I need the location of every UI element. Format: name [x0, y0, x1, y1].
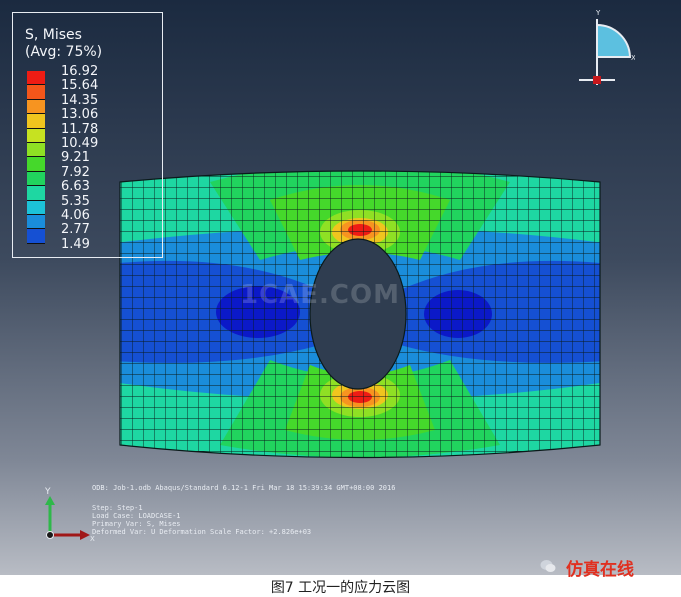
coordinate-triad: Y X: [44, 487, 95, 543]
model-info-block: ODB: Job-1.odb Abaqus/Standard 6.12-1 Fr…: [92, 484, 395, 536]
triad-y-label: Y: [595, 9, 601, 17]
step-info: Step: Step-1: [92, 504, 143, 512]
legend-subtitle: (Avg: 75%): [25, 44, 103, 60]
legend-value: 11.78: [61, 121, 99, 137]
load-case-info: Load Case: LOADCASE-1: [92, 512, 181, 520]
legend-value: 7.92: [61, 164, 90, 180]
legend-color-swatch: [27, 214, 45, 230]
primary-var-info: Primary Var: S, Mises: [92, 520, 181, 528]
legend-color-swatch: [27, 142, 45, 158]
legend-value: 6.63: [61, 179, 90, 195]
legend-title: S, Mises: [25, 27, 82, 43]
abaqus-viewport[interactable]: S, Mises (Avg: 75%) 16.92 15.64 14.35 13.06…: [0, 0, 681, 575]
legend-value: 16.92: [61, 64, 99, 79]
view-orientation-triad[interactable]: Y X: [575, 5, 635, 90]
axis-x-label: X: [90, 535, 95, 543]
legend-color-swatch: [27, 71, 45, 86]
legend-color-swatch: [27, 114, 45, 129]
legend-color-bar: [27, 71, 45, 244]
deformed-var-info: Deformed Var: U Deformation Scale Factor…: [92, 528, 312, 536]
legend-color-swatch: [27, 186, 45, 201]
legend-value: 5.35: [61, 193, 90, 209]
legend-color-swatch: [27, 128, 45, 143]
legend-value: 1.49: [61, 236, 90, 252]
legend-value: 2.77: [61, 222, 90, 238]
legend-color-swatch: [27, 99, 45, 115]
legend-value: 9.21: [61, 150, 90, 166]
watermark-text: 1CAE.COM: [240, 280, 400, 310]
legend-value: 13.06: [61, 107, 99, 123]
legend-value: 15.64: [61, 78, 99, 94]
triad-x-label: X: [631, 54, 635, 62]
legend-value: 14.35: [61, 92, 99, 108]
legend-color-swatch: [27, 229, 45, 244]
legend-color-swatch: [27, 157, 45, 172]
legend-color-swatch: [27, 171, 45, 187]
odb-info: ODB: Job-1.odb Abaqus/Standard 6.12-1 Fr…: [92, 484, 396, 492]
axis-y-label: Y: [44, 487, 51, 497]
legend-color-swatch: [27, 85, 45, 100]
figure-caption: 图7 工况一的应力云图: [270, 580, 411, 596]
stress-legend: S, Mises (Avg: 75%) 16.92 15.64 14.35 13.06…: [12, 12, 163, 258]
legend-value-labels: 16.92 15.64 14.35 13.06 11.78 10.49 9.21 7.92 6.…: [61, 64, 99, 252]
legend-value: 10.49: [61, 135, 99, 151]
legend-value: 4.06: [61, 207, 90, 223]
legend-color-swatch: [27, 200, 45, 215]
wechat-icon: [540, 560, 556, 572]
